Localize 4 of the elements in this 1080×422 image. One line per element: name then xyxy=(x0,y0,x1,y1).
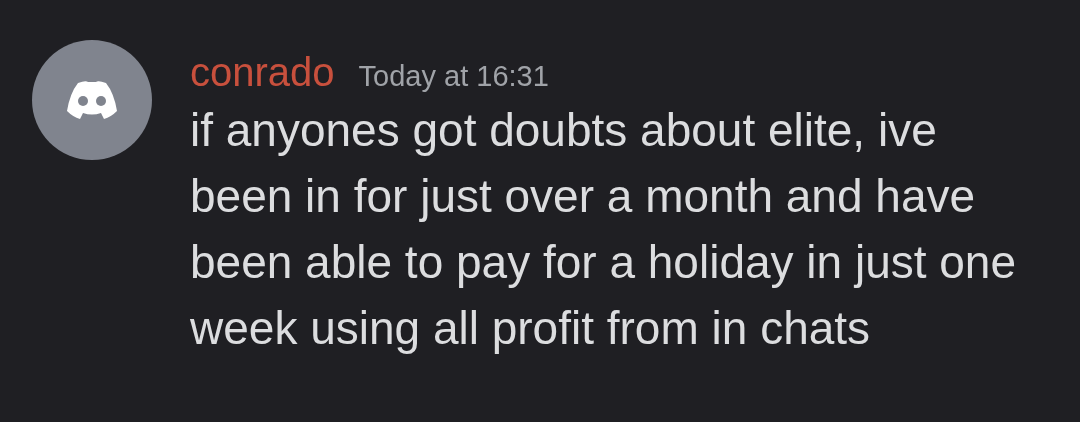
controller-icon xyxy=(64,79,120,121)
author-name[interactable]: conrado xyxy=(190,48,335,96)
message-text: if anyones got doubts about elite, ive been in for just over a month and have been able to pay for a holiday in just one week using all profit from in chats xyxy=(190,102,1018,356)
timestamp: Today at 16:31 xyxy=(358,59,549,94)
